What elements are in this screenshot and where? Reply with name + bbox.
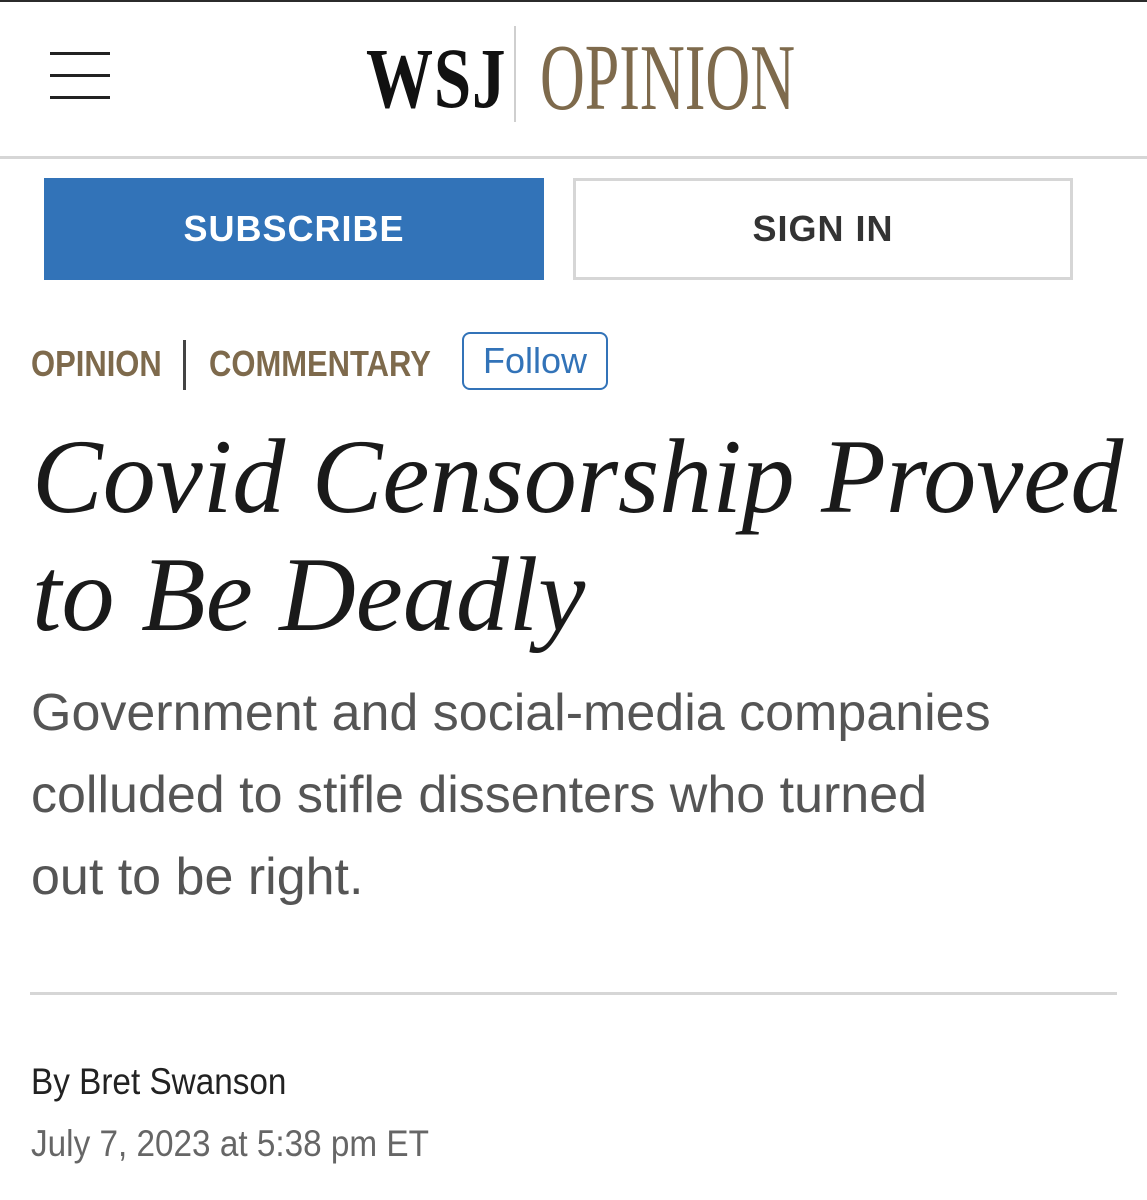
byline-divider xyxy=(30,992,1117,995)
hamburger-menu-icon[interactable] xyxy=(50,52,110,102)
headline-line: Covid Censorship Proved xyxy=(32,418,1124,535)
author-link[interactable]: Bret Swanson xyxy=(79,1061,286,1102)
byline-prefix: By xyxy=(31,1061,80,1102)
category-commentary-link[interactable]: COMMENTARY xyxy=(209,344,431,384)
byline: By Bret Swanson xyxy=(31,1060,286,1104)
dek-line: out to be right. xyxy=(31,848,364,906)
menu-bar-bottom xyxy=(50,96,110,99)
follow-button[interactable]: Follow xyxy=(462,332,608,390)
subscribe-button[interactable]: SUBSCRIBE xyxy=(44,178,544,280)
category-opinion-link[interactable]: OPINION xyxy=(31,344,162,384)
menu-bar-top xyxy=(50,52,110,55)
sign-in-button[interactable]: SIGN IN xyxy=(573,178,1073,280)
dek-line: colluded to stifle dissenters who turned xyxy=(31,766,928,824)
logo-divider xyxy=(514,26,516,122)
site-header: WSJ OPINION xyxy=(0,2,1147,157)
opinion-section-logo[interactable]: OPINION xyxy=(540,31,795,125)
wsj-logo[interactable]: WSJ xyxy=(366,32,506,124)
dek-line: Government and social-media companies xyxy=(31,684,991,742)
headline-line: to Be Deadly xyxy=(32,536,586,653)
menu-bar-middle xyxy=(50,74,110,77)
header-divider xyxy=(0,156,1147,159)
article-headline: Covid Censorship Proved to Be Deadly xyxy=(32,418,1132,654)
publish-date: July 7, 2023 at 5:38 pm ET xyxy=(31,1123,429,1164)
article-dek: Government and social-media companies co… xyxy=(31,672,1111,918)
category-divider xyxy=(183,340,186,390)
